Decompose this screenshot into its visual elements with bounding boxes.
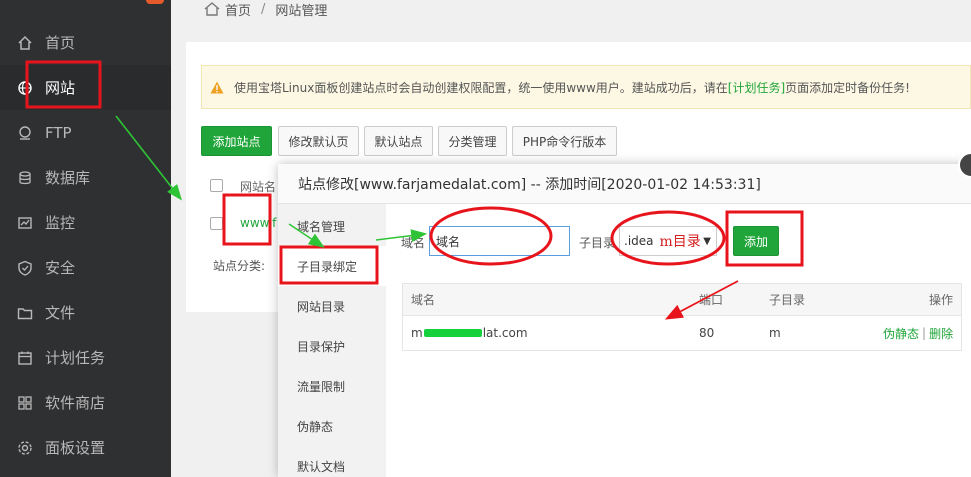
calendar-icon [17, 350, 33, 366]
subdir-table: 域名 端口 子目录 操作 m lat .com 80 m 伪静态 | 删除 [402, 283, 962, 351]
table-header: 域名 端口 子目录 操作 [403, 284, 961, 316]
tab-subdir-binding[interactable]: 子目录绑定 [278, 246, 386, 286]
tab-default-doc[interactable]: 默认文档 [278, 446, 386, 477]
header-subdir: 子目录 [769, 293, 806, 307]
sidebar-item-label: 首页 [45, 34, 76, 52]
warning-icon [210, 81, 224, 93]
sidebar-item-label: 计划任务 [45, 349, 106, 367]
sidebar-item-store[interactable]: 软件商店 [0, 380, 171, 425]
chevron-down-icon: ▼ [703, 236, 711, 247]
subdir-label: 子目录 [579, 236, 616, 250]
ftp-icon [17, 125, 33, 141]
sidebar-item-ftp[interactable]: FTP [0, 110, 171, 155]
header-port: 端口 [699, 293, 724, 307]
tab-traffic-limit[interactable]: 流量限制 [278, 366, 386, 406]
domain-input-value: 域名 [436, 234, 461, 249]
header-action: 操作 [929, 293, 954, 307]
action-separator: | [922, 326, 927, 340]
sidebar-item-database[interactable]: 数据库 [0, 155, 171, 200]
header-domain: 域名 [411, 293, 436, 307]
rewrite-link[interactable]: 伪静态 [883, 325, 919, 342]
globe-icon [17, 80, 33, 96]
folder-icon [17, 305, 33, 321]
sidebar-item-label: 软件商店 [45, 394, 106, 412]
row-subdir: m [769, 326, 781, 340]
breadcrumb: 首页 / 网站管理 [204, 0, 328, 19]
sidebar-item-label: 网站 [45, 79, 76, 97]
shield-icon [17, 260, 33, 276]
php-cli-version-button[interactable]: PHP命令行版本 [512, 126, 617, 156]
notice-text-prefix: 使用宝塔Linux面板创建站点时会自动创建权限配置，统一使用www用户。建站成功… [234, 80, 728, 95]
modal-nav: 域名管理 子目录绑定 网站目录 目录保护 流量限制 伪静态 默认文档 [278, 204, 386, 477]
home-icon [204, 2, 220, 16]
sidebar-item-cron[interactable]: 计划任务 [0, 335, 171, 380]
sidebar-item-files[interactable]: 文件 [0, 290, 171, 335]
database-icon [17, 170, 33, 186]
sidebar-item-security[interactable]: 安全 [0, 245, 171, 290]
column-site-name: 网站名 [240, 180, 277, 194]
notice-link-cron[interactable]: [计划任务] [728, 79, 785, 96]
sidebar-item-label: 文件 [45, 304, 76, 322]
home-icon [17, 35, 33, 51]
domain-part: m [411, 326, 423, 340]
row-port: 80 [699, 326, 715, 340]
breadcrumb-separator: / [261, 1, 266, 17]
sidebar-item-label: FTP [45, 123, 72, 142]
tab-rewrite[interactable]: 伪静态 [278, 406, 386, 446]
sidebar: 首页 网站 FTP 数据库 监控 安全 文件 计划任务 软件商店 面板设置 [0, 0, 171, 477]
breadcrumb-home[interactable]: 首页 [225, 0, 251, 19]
row-checkbox[interactable] [210, 217, 223, 230]
table-row: m lat .com 80 m 伪静态 | 删除 [403, 316, 961, 350]
redaction-mark [423, 329, 482, 337]
notification-badge [146, 0, 164, 4]
modal-title: 站点修改[www.farjamedalat.com] -- 添加时间[2020-… [278, 164, 971, 204]
breadcrumb-current: 网站管理 [275, 3, 328, 19]
sidebar-item-monitor[interactable]: 监控 [0, 200, 171, 245]
site-name-link[interactable]: www.f [240, 216, 276, 230]
apps-icon [17, 395, 33, 411]
sidebar-item-website[interactable]: 网站 [0, 65, 171, 110]
subdir-select[interactable]: .idea m目录 ▼ [619, 226, 717, 256]
domain-part: .com [498, 326, 528, 340]
monitor-icon [17, 215, 33, 231]
sidebar-item-label: 面板设置 [45, 439, 106, 457]
subdir-binding-panel: 域名 域名 子目录 .idea m目录 ▼ 添加 域名 端口 子目录 操作 m la… [386, 204, 971, 477]
category-manage-button[interactable]: 分类管理 [438, 126, 507, 156]
row-actions: 伪静态 | 删除 [883, 316, 953, 350]
domain-input[interactable]: 域名 [429, 226, 570, 256]
notice-text-suffix: 页面添加定时备份任务! [785, 80, 910, 95]
sidebar-item-label: 数据库 [45, 169, 91, 187]
sidebar-item-label: 监控 [45, 214, 76, 232]
domain-part: lat [482, 326, 499, 340]
domain-label: 域名 [401, 236, 426, 250]
sidebar-item-label: 安全 [45, 259, 76, 277]
gear-icon [17, 440, 33, 456]
add-subdir-button[interactable]: 添加 [733, 226, 779, 256]
notice-banner: 使用宝塔Linux面板创建站点时会自动创建权限配置，统一使用www用户。建站成功… [201, 65, 971, 109]
sidebar-item-home[interactable]: 首页 [0, 20, 171, 65]
row-domain: m lat .com [411, 316, 528, 350]
tab-dir-protect[interactable]: 目录保护 [278, 326, 386, 366]
default-site-button[interactable]: 默认站点 [364, 126, 433, 156]
sidebar-item-settings[interactable]: 面板设置 [0, 425, 171, 470]
tab-domain-manage[interactable]: 域名管理 [278, 206, 386, 246]
modify-default-page-button[interactable]: 修改默认页 [278, 126, 359, 156]
tab-site-directory[interactable]: 网站目录 [278, 286, 386, 326]
site-category-label: 站点分类: [213, 259, 266, 273]
subdir-select-value: .idea [624, 234, 654, 248]
select-all-checkbox[interactable] [210, 179, 223, 192]
site-edit-modal: 站点修改[www.farjamedalat.com] -- 添加时间[2020-… [278, 164, 971, 477]
add-site-button[interactable]: 添加站点 [201, 126, 272, 156]
subdir-annotation-text: m目录 [659, 234, 701, 250]
delete-link[interactable]: 删除 [929, 325, 953, 342]
